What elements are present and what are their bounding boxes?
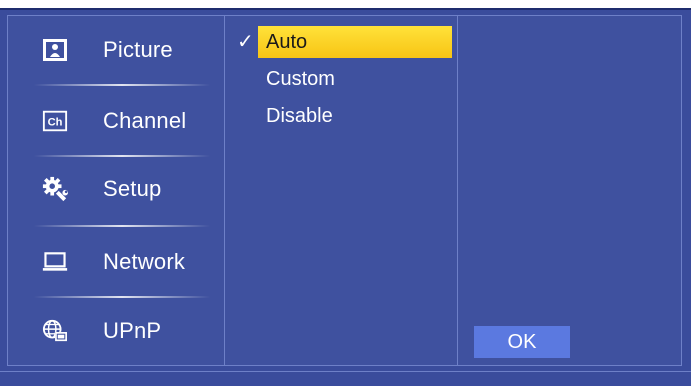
selected-checkmark-icon: ✓: [237, 31, 254, 53]
menu-item-upnp[interactable]: UPnP: [20, 311, 220, 351]
menu-separator: [34, 296, 210, 298]
menu-item-setup[interactable]: Setup: [20, 169, 220, 209]
menu-item-label: Picture: [103, 37, 173, 62]
option-disable[interactable]: Disable: [258, 100, 452, 132]
menu-item-picture[interactable]: Picture: [20, 30, 220, 70]
menu-separator: [34, 155, 210, 157]
menu-separator: [34, 225, 210, 227]
menu-item-channel[interactable]: Ch Channel: [20, 101, 220, 141]
menu-item-label: UPnP: [103, 318, 162, 343]
bottom-border: [0, 371, 691, 372]
laptop-icon: [42, 249, 68, 275]
picture-icon: [42, 37, 68, 63]
menu-item-network[interactable]: Network: [20, 242, 220, 282]
window-top-edge: [0, 8, 691, 10]
ok-button[interactable]: OK: [474, 326, 570, 358]
column-divider-left: [224, 15, 225, 366]
top-border: [0, 0, 691, 8]
channel-icon-text: Ch: [48, 117, 63, 129]
menu-item-label: Setup: [103, 176, 162, 201]
channel-icon: Ch: [42, 108, 68, 134]
menu-item-label: Network: [103, 249, 186, 274]
globe-network-icon: [42, 318, 68, 344]
option-custom[interactable]: Custom: [258, 63, 452, 95]
column-divider-right: [457, 15, 458, 366]
menu-separator: [34, 84, 210, 86]
menu-item-label: Channel: [103, 108, 187, 133]
gear-wrench-icon: [42, 176, 68, 202]
option-auto[interactable]: Auto: [258, 26, 452, 58]
